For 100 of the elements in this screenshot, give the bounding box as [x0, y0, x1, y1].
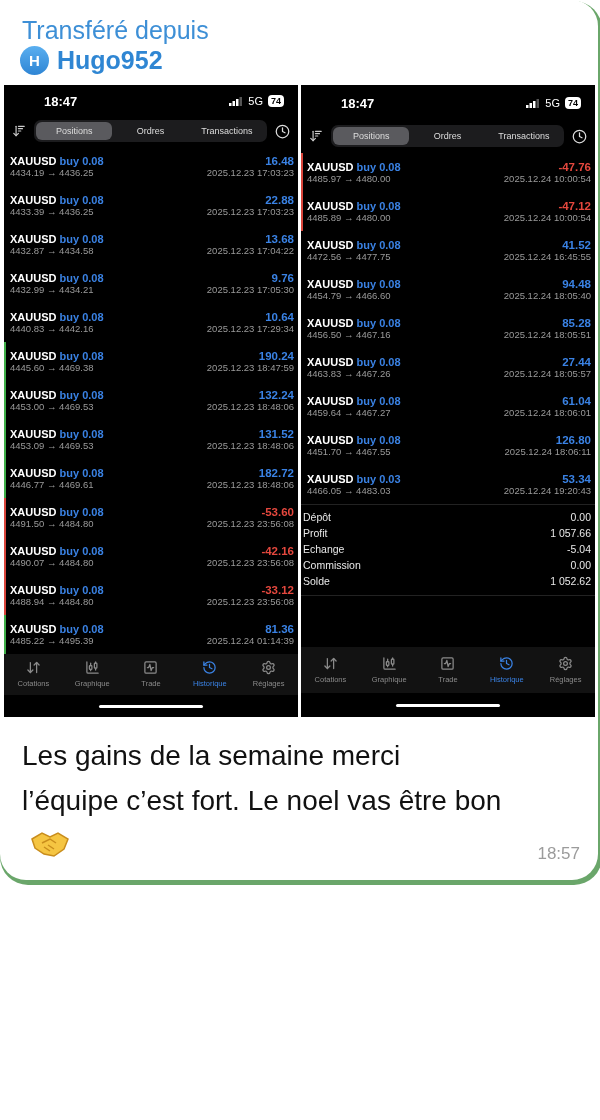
trade-profit: -42.16 [261, 544, 294, 557]
trade-row[interactable]: XAUUSD buy 0.08 -42.16 4490.07 → 4484.80 2025.12.23 23:56:08 [4, 536, 298, 576]
trade-profit: -47.76 [558, 161, 591, 173]
trade-profit: 41.52 [562, 239, 591, 251]
trade-row[interactable]: XAUUSD buy 0.08 61.04 4459.64 → 4467.27 2025.12.24 18:06:01 [301, 387, 595, 426]
trade-title: XAUUSD buy 0.08 [307, 434, 401, 446]
trade-prices: 4472.56 → 4477.75 [307, 251, 391, 262]
trade-profit: 27.44 [562, 356, 591, 368]
trade-row[interactable]: XAUUSD buy 0.08 126.80 4451.70 → 4467.55 2025.12.24 18:06:11 [301, 426, 595, 465]
trade-title: XAUUSD buy 0.08 [10, 622, 104, 635]
message-time: 18:57 [537, 844, 580, 864]
clock-icon[interactable] [275, 123, 290, 139]
summary-value: 1 052.62 [550, 574, 591, 589]
trade-profit: 182.72 [258, 466, 294, 479]
trade-time: 2025.12.23 18:48:06 [206, 439, 294, 451]
trade-time: 2025.12.23 18:48:06 [206, 478, 294, 490]
trade-prices: 4434.19 → 4436.25 [10, 166, 94, 178]
trade-prices: 4459.64 → 4467.27 [307, 407, 391, 418]
line-chart-icon [143, 660, 159, 676]
trade-title: XAUUSD buy 0.08 [10, 388, 104, 401]
trade-row[interactable]: XAUUSD buy 0.03 53.34 4466.05 → 4483.03 2025.12.24 19:20:43 [301, 465, 595, 504]
trade-title: XAUUSD buy 0.08 [307, 161, 401, 173]
trade-prices: 4454.79 → 4466.60 [307, 290, 391, 301]
trade-time: 2025.12.23 23:56:08 [206, 517, 294, 529]
trade-title: XAUUSD buy 0.08 [10, 193, 104, 206]
arrows-icon [25, 660, 41, 676]
trade-row[interactable]: XAUUSD buy 0.08 132.24 4453.00 → 4469.53 2025.12.23 18:48:06 [4, 380, 298, 420]
trade-row[interactable]: XAUUSD buy 0.08 10.64 4440.83 → 4442.16 2025.12.23 17:29:34 [4, 302, 298, 342]
trade-prices: 4463.83 → 4467.26 [307, 368, 391, 379]
trade-time: 2025.12.23 17:03:23 [206, 205, 294, 217]
trade-row[interactable]: XAUUSD buy 0.08 -53.60 4491.50 → 4484.80 2025.12.23 23:56:08 [4, 497, 298, 537]
segment-tab[interactable]: Transactions [188, 122, 265, 141]
trade-row[interactable]: XAUUSD buy 0.08 41.52 4472.56 → 4477.75 2025.12.24 16:45:55 [301, 231, 595, 270]
trade-profit: 126.80 [555, 434, 591, 446]
trade-profit: 190.24 [258, 349, 294, 362]
trade-profit: 9.76 [271, 271, 294, 284]
summary-value: 1 057.66 [550, 526, 591, 541]
trade-time: 2025.12.23 17:05:30 [206, 283, 294, 295]
trade-row[interactable]: XAUUSD buy 0.08 -33.12 4488.94 → 4484.80 2025.12.23 23:56:08 [4, 575, 298, 615]
segment-tab[interactable]: Ordres [409, 127, 486, 145]
signal-icon [526, 98, 541, 108]
trade-time: 2025.12.23 17:29:34 [206, 322, 294, 334]
trade-row[interactable]: XAUUSD buy 0.08 -47.76 4485.97 → 4480.00 2025.12.24 10:00:54 [301, 153, 595, 192]
trade-prices: 4432.87 → 4434.58 [10, 244, 94, 256]
trade-row[interactable]: XAUUSD buy 0.08 -47.12 4485.89 → 4480.00 2025.12.24 10:00:54 [301, 192, 595, 231]
trade-title: XAUUSD buy 0.08 [10, 271, 104, 284]
trade-time: 2025.12.23 23:56:08 [206, 595, 294, 607]
sender-name[interactable]: Hugo952 [57, 46, 163, 75]
trade-time: 2025.12.24 19:20:43 [503, 485, 591, 496]
trade-row[interactable]: XAUUSD buy 0.08 13.68 4432.87 → 4434.58 2025.12.23 17:04:22 [4, 224, 298, 264]
trade-title: XAUUSD buy 0.03 [307, 473, 401, 485]
segment-tab[interactable]: Positions [333, 127, 410, 145]
summary-value: -5.04 [567, 542, 591, 557]
signal-icon [229, 96, 244, 106]
candlestick-icon [381, 656, 397, 671]
trade-profit: -47.12 [558, 200, 591, 212]
status-time: 18:47 [341, 95, 375, 111]
trade-title: XAUUSD buy 0.08 [10, 505, 104, 518]
sort-icon[interactable] [12, 124, 26, 139]
trade-row[interactable]: XAUUSD buy 0.08 27.44 4463.83 → 4467.26 2025.12.24 18:05:57 [301, 348, 595, 387]
trade-row[interactable]: XAUUSD buy 0.08 16.48 4434.19 → 4436.25 2025.12.23 17:03:23 [4, 146, 298, 186]
trade-time: 2025.12.24 10:00:54 [503, 173, 591, 184]
forwarded-label: Transféré depuis [21, 15, 210, 46]
segment-tab[interactable]: Ordres [112, 122, 189, 141]
trade-time: 2025.12.23 18:47:59 [206, 361, 294, 373]
segment-tab[interactable]: Transactions [485, 127, 562, 145]
trade-row[interactable]: XAUUSD buy 0.08 190.24 4445.60 → 4469.38 2025.12.23 18:47:59 [4, 341, 298, 381]
trade-profit: 53.34 [562, 473, 591, 485]
trade-row[interactable]: XAUUSD buy 0.08 9.76 4432.99 → 4434.21 2025.12.23 17:05:30 [4, 263, 298, 303]
trade-title: XAUUSD buy 0.08 [10, 232, 104, 245]
trade-time: 2025.12.23 17:03:23 [206, 166, 294, 178]
trade-row[interactable]: XAUUSD buy 0.08 131.52 4453.09 → 4469.53 2025.12.23 18:48:06 [4, 419, 298, 459]
trade-time: 2025.12.24 16:45:55 [503, 251, 591, 262]
summary-value: 0.00 [570, 558, 591, 573]
trade-prices: 4453.09 → 4469.53 [10, 439, 94, 451]
status-time: 18:47 [44, 93, 78, 109]
trade-prices: 4440.83 → 4442.16 [10, 322, 94, 334]
trade-prices: 4432.99 → 4434.21 [10, 283, 94, 295]
trade-row[interactable]: XAUUSD buy 0.08 94.48 4454.79 → 4466.60 2025.12.24 18:05:40 [301, 270, 595, 309]
clock-icon[interactable] [572, 128, 587, 144]
trade-row[interactable]: XAUUSD buy 0.08 22.88 4433.39 → 4436.25 2025.12.23 17:03:23 [4, 185, 298, 225]
line-chart-icon [440, 656, 456, 671]
trade-prices: 4453.00 → 4469.53 [10, 400, 94, 412]
trade-title: XAUUSD buy 0.08 [10, 583, 104, 596]
trade-prices: 4491.50 → 4484.80 [10, 517, 94, 529]
trade-title: XAUUSD buy 0.08 [10, 154, 104, 167]
trade-title: XAUUSD buy 0.08 [307, 356, 401, 368]
trade-title: XAUUSD buy 0.08 [307, 395, 401, 407]
trade-time: 2025.12.24 10:00:54 [503, 212, 591, 223]
candlestick-icon [84, 660, 100, 676]
segment-tab[interactable]: Positions [36, 122, 113, 141]
sort-icon[interactable] [309, 129, 323, 143]
trade-row[interactable]: XAUUSD buy 0.08 85.28 4456.50 → 4467.16 2025.12.24 18:05:51 [301, 309, 595, 348]
trade-title: XAUUSD buy 0.08 [10, 466, 104, 479]
trade-time: 2025.12.24 18:05:57 [503, 368, 591, 379]
trade-time: 2025.12.23 18:48:06 [206, 400, 294, 412]
trade-profit: 22.88 [265, 193, 294, 206]
trade-profit: 10.64 [265, 310, 294, 323]
trade-row[interactable]: XAUUSD buy 0.08 182.72 4446.77 → 4469.61 2025.12.23 18:48:06 [4, 458, 298, 498]
trade-prices: 4433.39 → 4436.25 [10, 205, 94, 217]
